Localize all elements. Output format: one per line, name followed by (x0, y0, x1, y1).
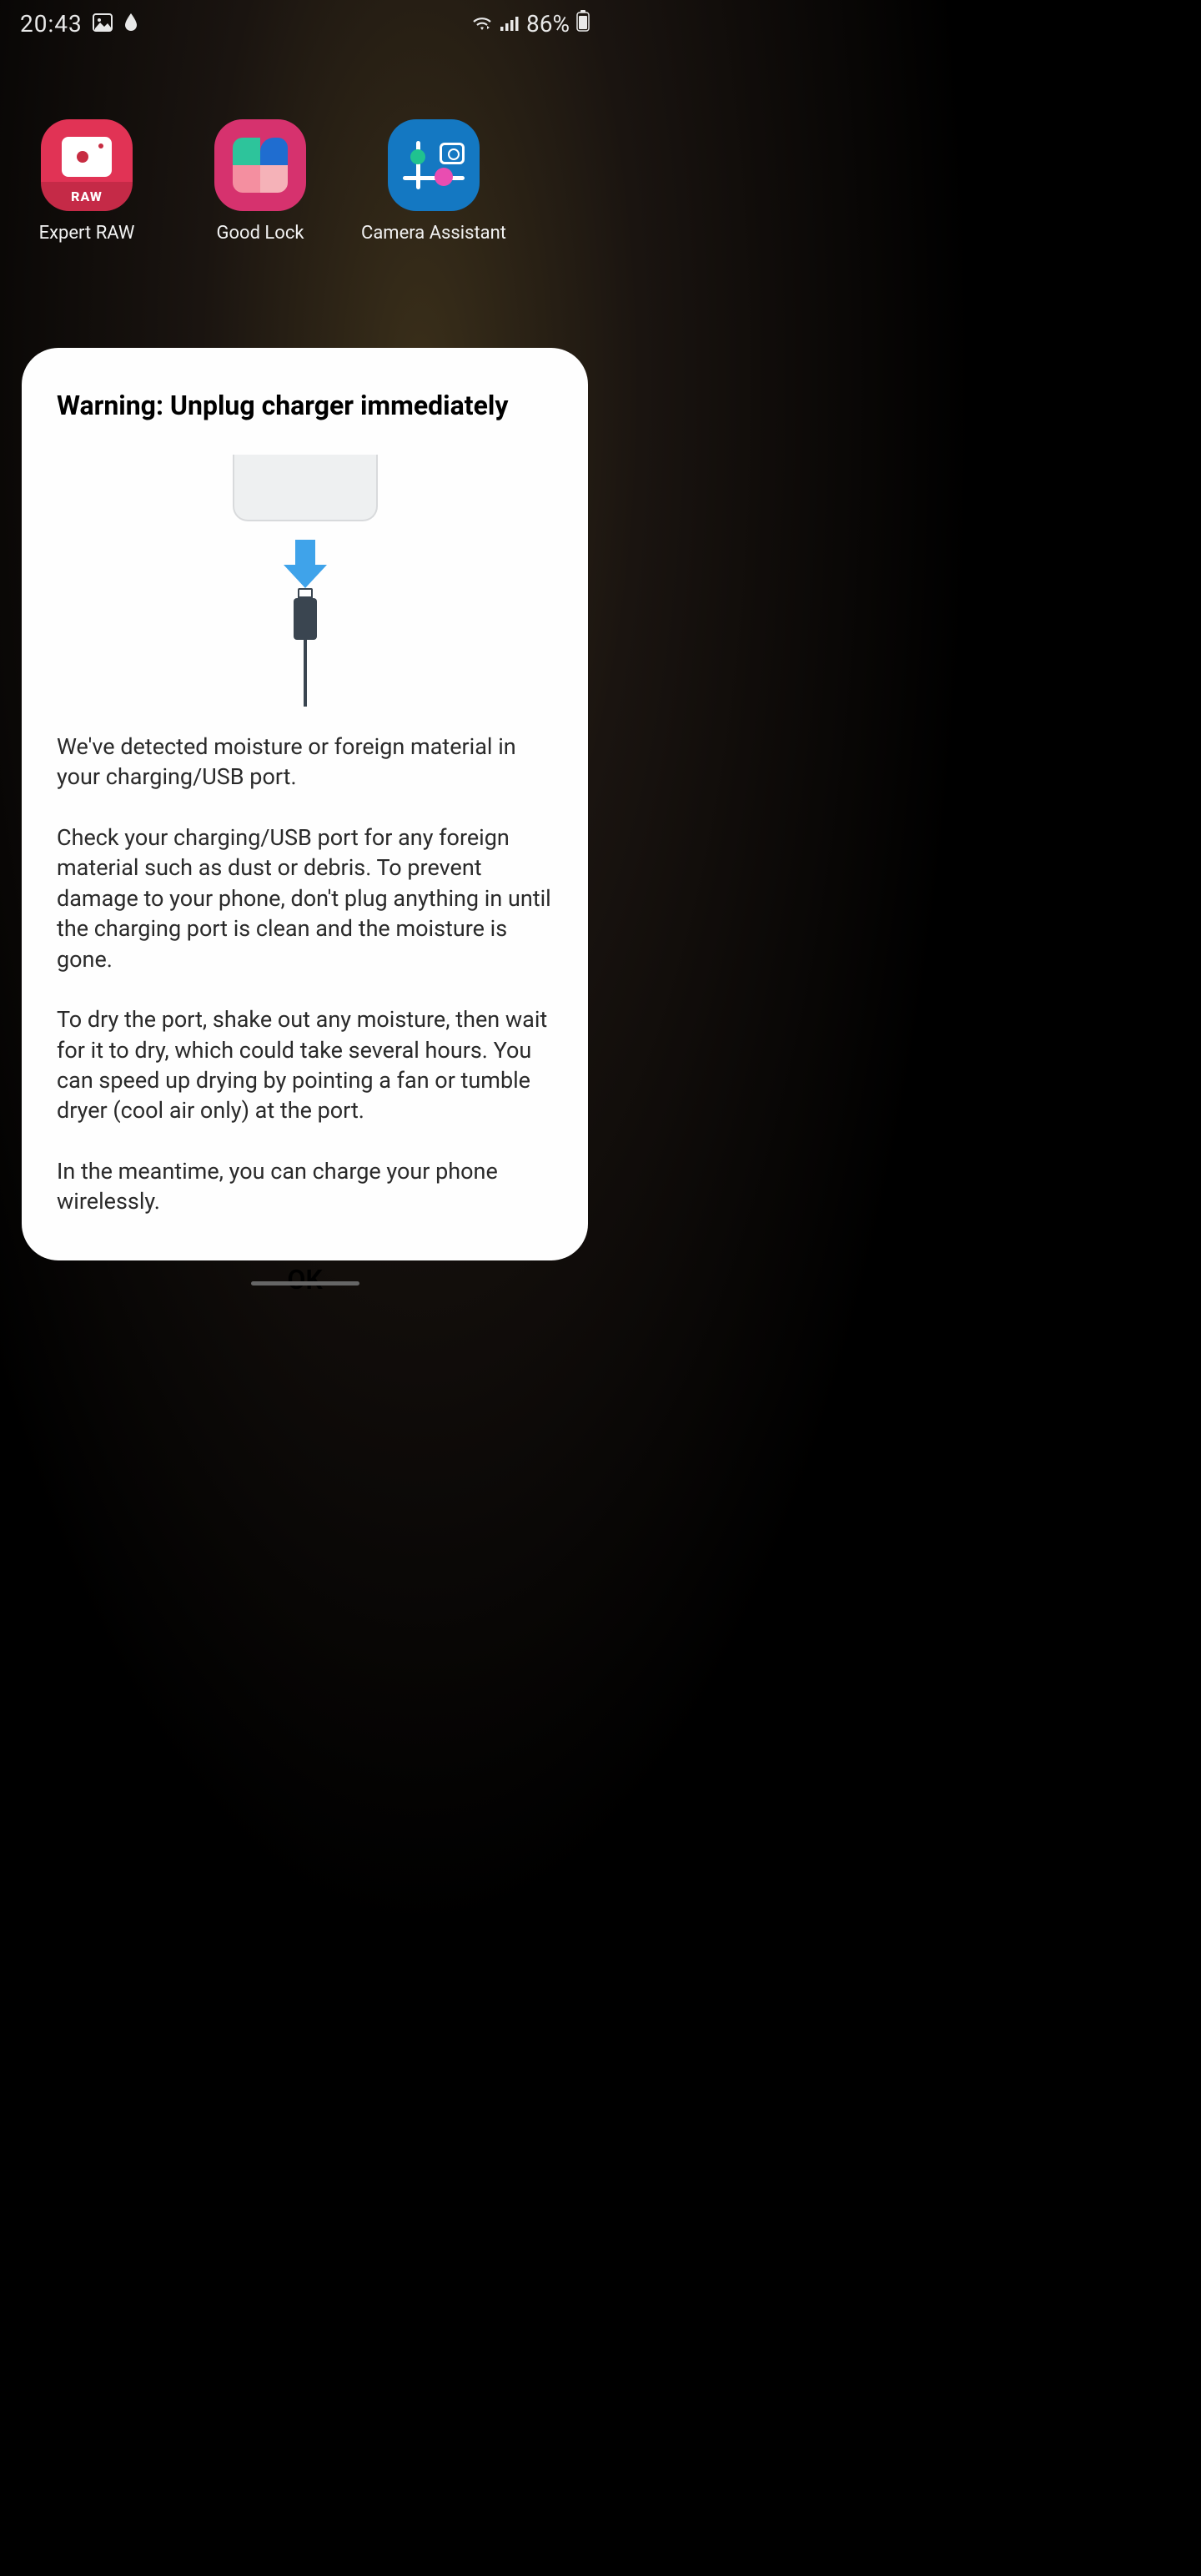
home-screen-apps: RAW Expert RAW Good Lock Camera Assistan… (0, 44, 610, 244)
battery-icon (576, 10, 590, 38)
dialog-paragraph-4: In the meantime, you can charge your pho… (57, 1156, 553, 1217)
phone-bottom-graphic (233, 455, 378, 521)
dialog-paragraph-1: We've detected moisture or foreign mater… (57, 732, 553, 792)
dialog-title: Warning: Unplug charger immediately (57, 390, 553, 421)
status-time: 20:43 (20, 10, 83, 38)
good-lock-icon (214, 119, 306, 211)
app-label: Good Lock (216, 223, 304, 244)
arrow-down-icon (284, 540, 327, 588)
wifi-icon (471, 10, 493, 38)
app-good-lock[interactable]: Good Lock (195, 119, 325, 244)
ok-button[interactable]: OK (57, 1247, 553, 1304)
image-icon (93, 10, 113, 38)
status-bar: 20:43 86% (0, 0, 610, 44)
signal-icon (500, 10, 520, 38)
app-label: Camera Assistant (361, 223, 506, 244)
unplug-illustration (233, 455, 378, 707)
dialog-paragraph-3: To dry the port, shake out any moisture,… (57, 1004, 553, 1126)
water-drop-icon (123, 10, 139, 38)
app-label: Expert RAW (39, 223, 135, 244)
navigation-handle[interactable] (251, 1281, 359, 1285)
battery-percentage: 86% (526, 10, 570, 38)
app-expert-raw[interactable]: RAW Expert RAW (22, 119, 152, 244)
expert-raw-icon: RAW (41, 119, 133, 211)
app-camera-assistant[interactable]: Camera Assistant (369, 119, 499, 244)
camera-assistant-icon (388, 119, 480, 211)
dialog-paragraph-2: Check your charging/USB port for any for… (57, 823, 553, 974)
moisture-warning-dialog: Warning: Unplug charger immediately We'v… (22, 348, 588, 1260)
usb-cable-graphic (294, 588, 317, 707)
raw-badge: RAW (71, 189, 103, 204)
